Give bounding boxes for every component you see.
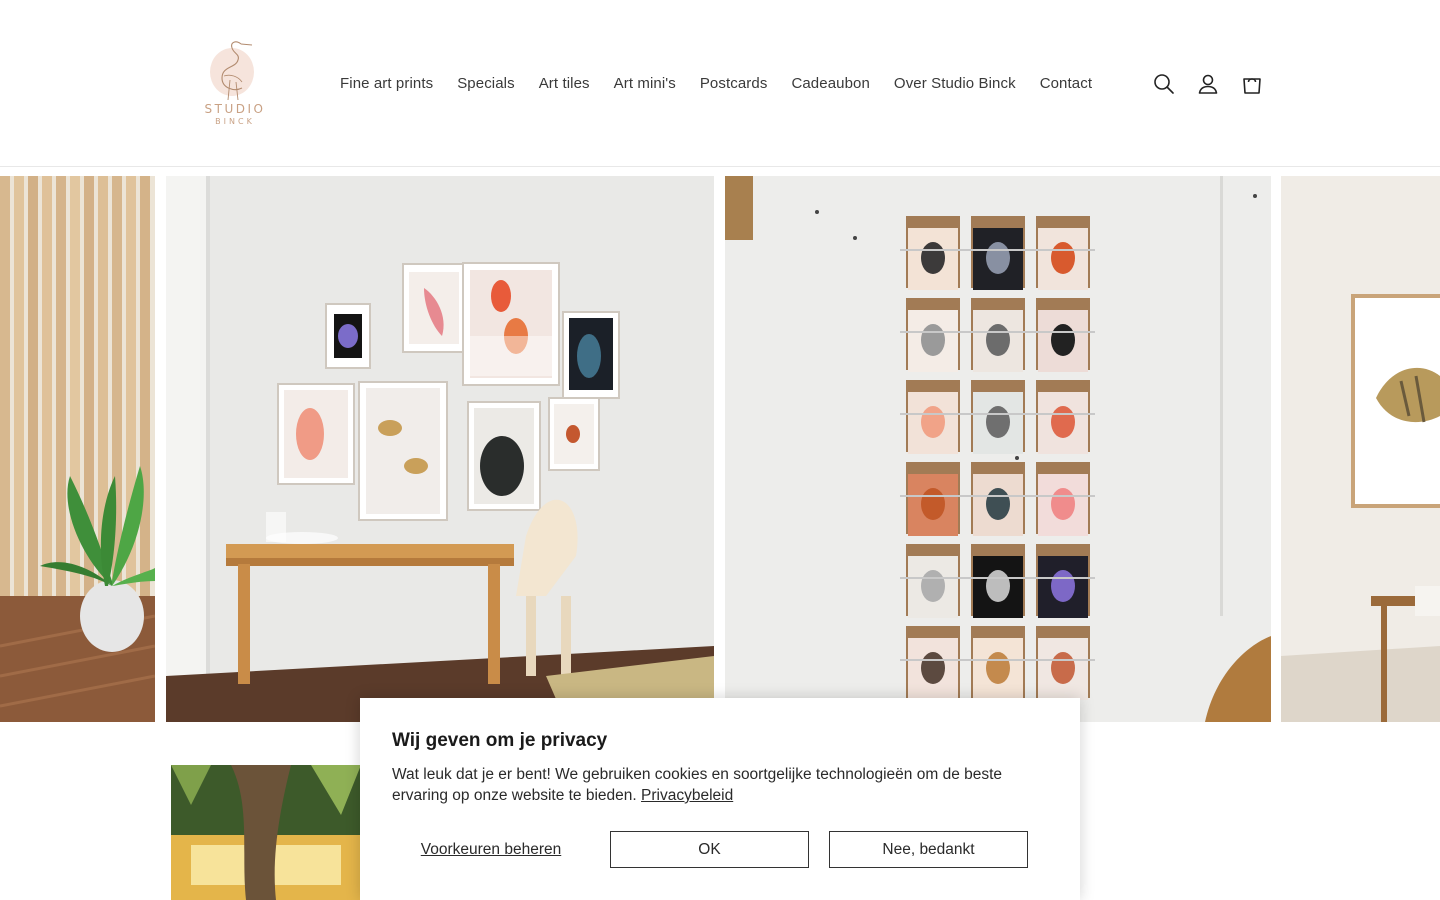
nav-art-tiles[interactable]: Art tiles — [527, 75, 602, 92]
nav-contact[interactable]: Contact — [1028, 75, 1104, 92]
main-nav: Fine art prints Specials Art tiles Art m… — [328, 70, 1104, 96]
nav-specials[interactable]: Specials — [445, 75, 527, 92]
accept-button[interactable]: OK — [610, 831, 809, 868]
cart-icon — [1243, 78, 1261, 94]
nav-fine-art-prints[interactable]: Fine art prints — [328, 75, 445, 92]
search-button[interactable] — [1149, 69, 1179, 99]
hero-slide-gallery-wall — [166, 176, 714, 722]
privacy-policy-link[interactable]: Privacybeleid — [641, 787, 733, 804]
cart-button[interactable] — [1237, 69, 1267, 99]
hero-slide-wood-wall — [0, 176, 155, 722]
hero-slide-postcard-rack — [725, 176, 1271, 722]
nav-cadeaubon[interactable]: Cadeaubon — [779, 75, 881, 92]
account-icon — [1198, 74, 1218, 94]
wood-wall-image — [0, 176, 155, 722]
cookie-consent-banner: Wij geven om je privacy Wat leuk dat je … — [360, 698, 1080, 900]
nav-art-minis[interactable]: Art mini's — [602, 75, 688, 92]
studio-photo — [171, 765, 361, 900]
hero-slideshow — [0, 176, 1440, 722]
studio-binck-logo[interactable]: STUDIO BINCK — [194, 36, 276, 132]
heron-logo-icon — [210, 41, 254, 101]
angelfish-room-image — [1281, 176, 1440, 722]
account-button[interactable] — [1193, 69, 1223, 99]
logo-text-studio: STUDIO — [204, 102, 266, 116]
manage-preferences-button[interactable]: Voorkeuren beheren — [392, 831, 590, 868]
search-icon — [1154, 74, 1174, 94]
logo-text-binck: BINCK — [215, 117, 255, 126]
nav-postcards[interactable]: Postcards — [688, 75, 780, 92]
cookie-title: Wij geven om je privacy — [392, 730, 608, 751]
decline-button[interactable]: Nee, bedankt — [829, 831, 1028, 868]
store-front-image — [171, 765, 361, 900]
hero-slide-angelfish — [1281, 176, 1440, 722]
gallery-wall-image — [166, 176, 714, 722]
site-header: STUDIO BINCK Fine art prints Specials Ar… — [0, 0, 1440, 167]
cookie-description: Wat leuk dat je er bent! We gebruiken co… — [392, 764, 1052, 806]
postcards-illustration — [900, 216, 1095, 700]
nav-over-studio-binck[interactable]: Over Studio Binck — [882, 75, 1028, 92]
